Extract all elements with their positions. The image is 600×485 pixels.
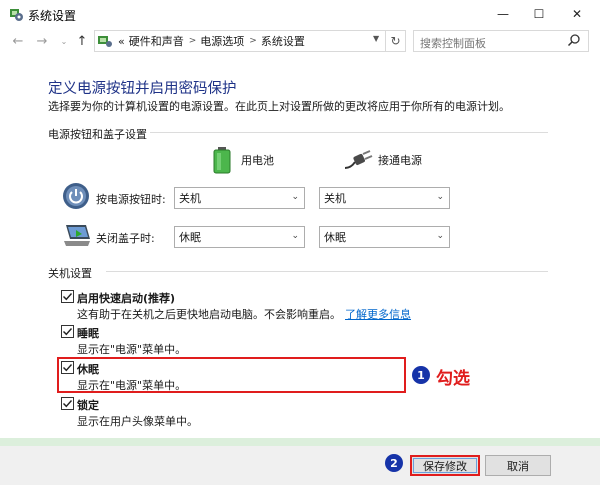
chevron-right-icon[interactable]: > — [189, 36, 197, 46]
close-button[interactable]: ✕ — [554, 0, 600, 28]
cancel-button[interactable]: 取消 — [485, 455, 551, 476]
fast-startup-checkbox[interactable] — [61, 290, 74, 303]
select-value: 休眠 — [179, 231, 201, 244]
sleep-desc: 显示在"电源"菜单中。 — [77, 343, 187, 356]
divider — [106, 271, 548, 272]
lid-close-plugged-select[interactable]: 休眠 ⌄ — [319, 226, 450, 248]
page-title: 定义电源按钮并启用密码保护 — [48, 81, 237, 97]
refresh-icon[interactable]: ↻ — [386, 30, 406, 52]
chevron-right-icon[interactable]: > — [249, 36, 257, 46]
focus-ring — [413, 458, 477, 473]
checkmark-icon — [63, 328, 73, 336]
power-button-battery-select[interactable]: 关机 ⌄ — [174, 187, 305, 209]
column-header-plugged-in: 接通电源 — [378, 154, 422, 167]
section-title-shutdown: 关机设置 — [48, 267, 92, 280]
breadcrumb-hardware-sound[interactable]: 硬件和声音 — [129, 33, 184, 49]
forward-arrow-icon[interactable]: → — [34, 33, 50, 49]
fast-startup-desc-text: 这有助于在关机之后更快地启动电脑。不会影响重启。 — [77, 308, 341, 321]
section-title-power-buttons: 电源按钮和盖子设置 — [48, 128, 147, 141]
address-bar[interactable]: « 硬件和声音 > 电源选项 > 系统设置 — [94, 30, 386, 52]
column-header-battery: 用电池 — [241, 154, 274, 167]
power-button-icon — [63, 183, 89, 209]
chevron-down-icon: ⌄ — [291, 192, 299, 202]
bottom-strip — [0, 438, 600, 446]
sleep-label[interactable]: 睡眠 — [77, 325, 99, 341]
power-plug-icon — [344, 150, 373, 169]
search-placeholder: 搜索控制面板 — [420, 37, 486, 50]
chevron-down-icon: ⌄ — [291, 231, 299, 241]
battery-icon — [213, 147, 231, 174]
step-badge-2: 2 — [385, 454, 403, 472]
lock-desc: 显示在用户头像菜单中。 — [77, 415, 198, 428]
checkmark-icon — [63, 400, 73, 408]
back-arrow-icon[interactable]: ← — [10, 33, 26, 49]
window-title: 系统设置 — [28, 9, 77, 23]
lock-label[interactable]: 锁定 — [77, 397, 99, 413]
learn-more-link[interactable]: 了解更多信息 — [345, 308, 411, 321]
chevron-down-icon[interactable]: ▼ — [373, 34, 379, 43]
lock-checkbox[interactable] — [61, 397, 74, 410]
chevron-down-icon: ⌄ — [436, 231, 444, 241]
checkmark-icon — [63, 293, 73, 301]
chevron-down-icon: ⌄ — [436, 192, 444, 202]
sleep-checkbox[interactable] — [61, 325, 74, 338]
power-button-row-label: 按电源按钮时: — [96, 193, 166, 206]
breadcrumb-system-settings[interactable]: 系统设置 — [261, 33, 305, 49]
control-panel-icon — [10, 9, 23, 21]
power-button-plugged-select[interactable]: 关机 ⌄ — [319, 187, 450, 209]
page-subtitle: 选择要为你的计算机设置的电源设置。在此页上对设置所做的更改将应用于你所有的电源计… — [48, 100, 510, 113]
breadcrumb-power-options[interactable]: 电源选项 — [200, 33, 244, 49]
recent-dropdown-icon[interactable]: ⌄ — [56, 33, 72, 49]
highlight-box — [57, 357, 406, 393]
breadcrumb-prefix: « — [118, 34, 125, 48]
fast-startup-desc: 这有助于在关机之后更快地启动电脑。不会影响重启。 了解更多信息 — [77, 306, 411, 322]
step-badge-1: 1 — [412, 366, 430, 384]
laptop-lid-icon — [64, 225, 90, 246]
select-value: 关机 — [324, 192, 346, 205]
fast-startup-label[interactable]: 启用快速启动(推荐) — [77, 290, 175, 306]
select-value: 关机 — [179, 192, 201, 205]
select-value: 休眠 — [324, 231, 346, 244]
up-arrow-icon[interactable]: ↑ — [74, 33, 90, 49]
step-1-instruction: 勾选 — [436, 369, 470, 389]
control-panel-icon — [98, 36, 112, 47]
search-icon[interactable] — [567, 33, 581, 47]
lid-close-row-label: 关闭盖子时: — [96, 232, 155, 245]
divider — [150, 132, 548, 133]
lid-close-battery-select[interactable]: 休眠 ⌄ — [174, 226, 305, 248]
